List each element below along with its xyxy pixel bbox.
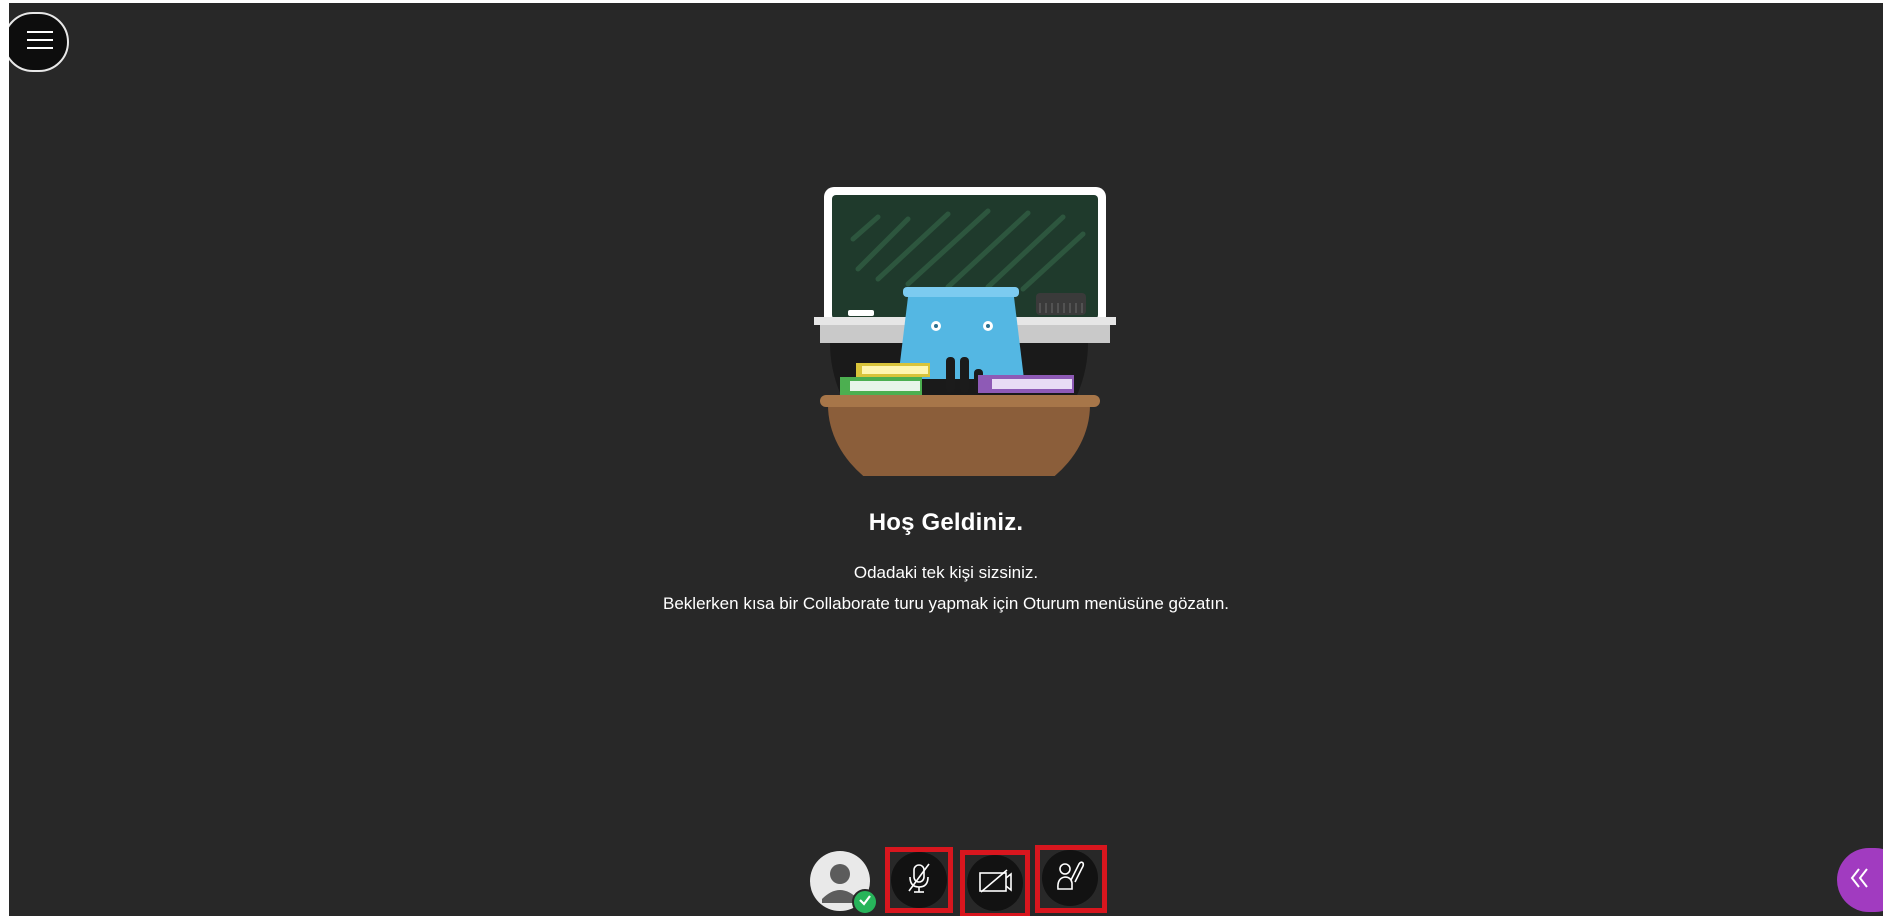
- session-controls-bar: [9, 841, 1883, 916]
- double-chevron-left-icon: [1849, 866, 1871, 895]
- checkmark-icon: [858, 893, 872, 912]
- camera-off-icon: [977, 867, 1013, 900]
- classroom-illustration: [798, 179, 1120, 509]
- session-stage: Hoş Geldiniz. Odadaki tek kişi sizsiniz.…: [9, 3, 1883, 916]
- microphone-toggle-button[interactable]: [891, 852, 947, 908]
- session-menu-button[interactable]: [9, 12, 69, 72]
- hamburger-menu-icon: [25, 29, 55, 56]
- raise-hand-icon: [1054, 860, 1086, 897]
- welcome-title: Hoş Geldiniz.: [868, 509, 1024, 536]
- welcome-tour-hint: Beklerken kısa bir Collaborate turu yapm…: [663, 594, 1229, 613]
- microphone-muted-icon: [904, 862, 934, 899]
- raise-hand-button[interactable]: [1042, 850, 1098, 906]
- camera-toggle-button[interactable]: [967, 855, 1023, 911]
- welcome-message: Odadaki tek kişi sizsiniz.: [853, 563, 1039, 582]
- status-badge: [852, 889, 878, 915]
